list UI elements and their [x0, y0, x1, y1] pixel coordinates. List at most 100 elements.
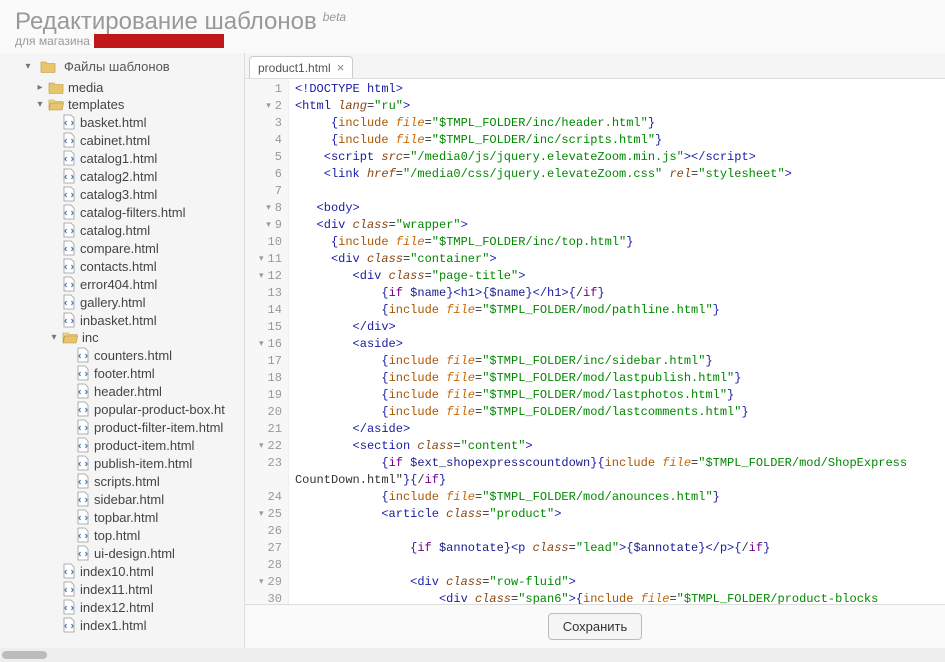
file-html-icon	[76, 383, 90, 399]
tree-file[interactable]: counters.html	[0, 346, 244, 364]
file-html-icon	[62, 581, 76, 597]
tree-file[interactable]: top.html	[0, 526, 244, 544]
tree-file[interactable]: basket.html	[0, 113, 244, 131]
collapse-icon[interactable]: ▾	[48, 332, 60, 344]
file-html-icon	[76, 347, 90, 363]
file-html-icon	[62, 599, 76, 615]
tree-item-label: catalog3.html	[80, 187, 157, 202]
tree-item-label: popular-product-box.ht	[94, 402, 225, 417]
file-html-icon	[76, 365, 90, 381]
folder-icon	[40, 60, 56, 73]
tree-folder[interactable]: ▾ templates	[0, 96, 244, 113]
scrollbar-thumb[interactable]	[2, 651, 47, 659]
shop-name-redacted	[94, 34, 224, 48]
tree-file[interactable]: topbar.html	[0, 508, 244, 526]
tree-item-label: templates	[68, 97, 124, 112]
tree-file[interactable]: publish-item.html	[0, 454, 244, 472]
tree-file[interactable]: ui-design.html	[0, 544, 244, 562]
tree-folder[interactable]: ▾ inc	[0, 329, 244, 346]
tree-item-label: publish-item.html	[94, 456, 192, 471]
tree-file[interactable]: contacts.html	[0, 257, 244, 275]
tree-file[interactable]: header.html	[0, 382, 244, 400]
file-html-icon	[76, 455, 90, 471]
file-html-icon	[76, 401, 90, 417]
tree-item-label: sidebar.html	[94, 492, 164, 507]
line-gutter: 1▾234567▾8▾910▾11▾12131415▾161718192021▾…	[245, 79, 289, 604]
collapse-icon[interactable]: ▾	[34, 99, 46, 111]
tree-item-label: topbar.html	[94, 510, 158, 525]
tree-folder[interactable]: ▸media	[0, 79, 244, 96]
tree-file[interactable]: error404.html	[0, 275, 244, 293]
tree-file[interactable]: inbasket.html	[0, 311, 244, 329]
collapse-icon[interactable]: ▾	[22, 61, 34, 73]
tree-file[interactable]: popular-product-box.ht	[0, 400, 244, 418]
tree-file[interactable]: scripts.html	[0, 472, 244, 490]
file-html-icon	[62, 114, 76, 130]
file-html-icon	[76, 527, 90, 543]
tree-file[interactable]: sidebar.html	[0, 490, 244, 508]
save-button[interactable]: Сохранить	[548, 613, 643, 640]
tree-file[interactable]: catalog1.html	[0, 149, 244, 167]
horizontal-scrollbar[interactable]	[0, 648, 945, 662]
tree-file[interactable]: index12.html	[0, 598, 244, 616]
tree-file[interactable]: cabinet.html	[0, 131, 244, 149]
code-editor[interactable]: 1▾234567▾8▾910▾11▾12131415▾161718192021▾…	[245, 79, 945, 604]
file-html-icon	[62, 617, 76, 633]
tree-item-label: counters.html	[94, 348, 172, 363]
tree-item-label: index1.html	[80, 618, 146, 633]
file-html-icon	[62, 186, 76, 202]
file-tree-sidebar[interactable]: ▾ Файлы шаблонов ▸media ▾ templates basket.…	[0, 53, 245, 648]
beta-badge: beta	[323, 10, 346, 24]
code-content[interactable]: <!DOCTYPE html><html lang="ru"> {include…	[289, 79, 913, 604]
file-html-icon	[62, 132, 76, 148]
file-html-icon	[76, 491, 90, 507]
folder-open-icon	[62, 331, 78, 344]
file-html-icon	[76, 473, 90, 489]
tree-item-label: index10.html	[80, 564, 154, 579]
tree-item-label: catalog1.html	[80, 151, 157, 166]
tree-file[interactable]: product-item.html	[0, 436, 244, 454]
tree-item-label: inc	[82, 330, 99, 345]
expand-icon[interactable]: ▸	[34, 82, 46, 94]
tree-item-label: gallery.html	[80, 295, 146, 310]
tree-root-label: Файлы шаблонов	[64, 59, 170, 74]
tree-file[interactable]: gallery.html	[0, 293, 244, 311]
tree-root[interactable]: ▾ Файлы шаблонов	[0, 57, 244, 79]
file-html-icon	[62, 294, 76, 310]
tree-file[interactable]: catalog2.html	[0, 167, 244, 185]
tree-file[interactable]: footer.html	[0, 364, 244, 382]
file-html-icon	[76, 545, 90, 561]
tree-file[interactable]: index10.html	[0, 562, 244, 580]
file-html-icon	[62, 258, 76, 274]
file-tree: ▸media ▾ templates basket.html cabinet.html c…	[0, 79, 244, 634]
file-html-icon	[62, 204, 76, 220]
tree-item-label: cabinet.html	[80, 133, 150, 148]
close-icon[interactable]: ×	[337, 60, 345, 75]
tree-file[interactable]: catalog.html	[0, 221, 244, 239]
file-html-icon	[76, 509, 90, 525]
tab-product1[interactable]: product1.html ×	[249, 56, 353, 78]
tree-item-label: index11.html	[80, 582, 153, 597]
tree-item-label: basket.html	[80, 115, 146, 130]
file-html-icon	[62, 222, 76, 238]
tree-file[interactable]: index1.html	[0, 616, 244, 634]
folder-open-icon	[48, 98, 64, 111]
tree-file[interactable]: catalog3.html	[0, 185, 244, 203]
tree-file[interactable]: compare.html	[0, 239, 244, 257]
file-html-icon	[62, 150, 76, 166]
tree-file[interactable]: product-filter-item.html	[0, 418, 244, 436]
file-html-icon	[62, 312, 76, 328]
tree-item-label: catalog.html	[80, 223, 150, 238]
editor-tabs: product1.html ×	[245, 53, 945, 79]
tree-item-label: product-filter-item.html	[94, 420, 223, 435]
tree-item-label: inbasket.html	[80, 313, 157, 328]
tree-file[interactable]: catalog-filters.html	[0, 203, 244, 221]
tab-label: product1.html	[258, 61, 331, 75]
tree-item-label: index12.html	[80, 600, 154, 615]
folder-icon	[48, 81, 64, 94]
tree-file[interactable]: index11.html	[0, 580, 244, 598]
tree-item-label: ui-design.html	[94, 546, 175, 561]
file-html-icon	[76, 419, 90, 435]
tree-item-label: contacts.html	[80, 259, 157, 274]
tree-item-label: header.html	[94, 384, 162, 399]
